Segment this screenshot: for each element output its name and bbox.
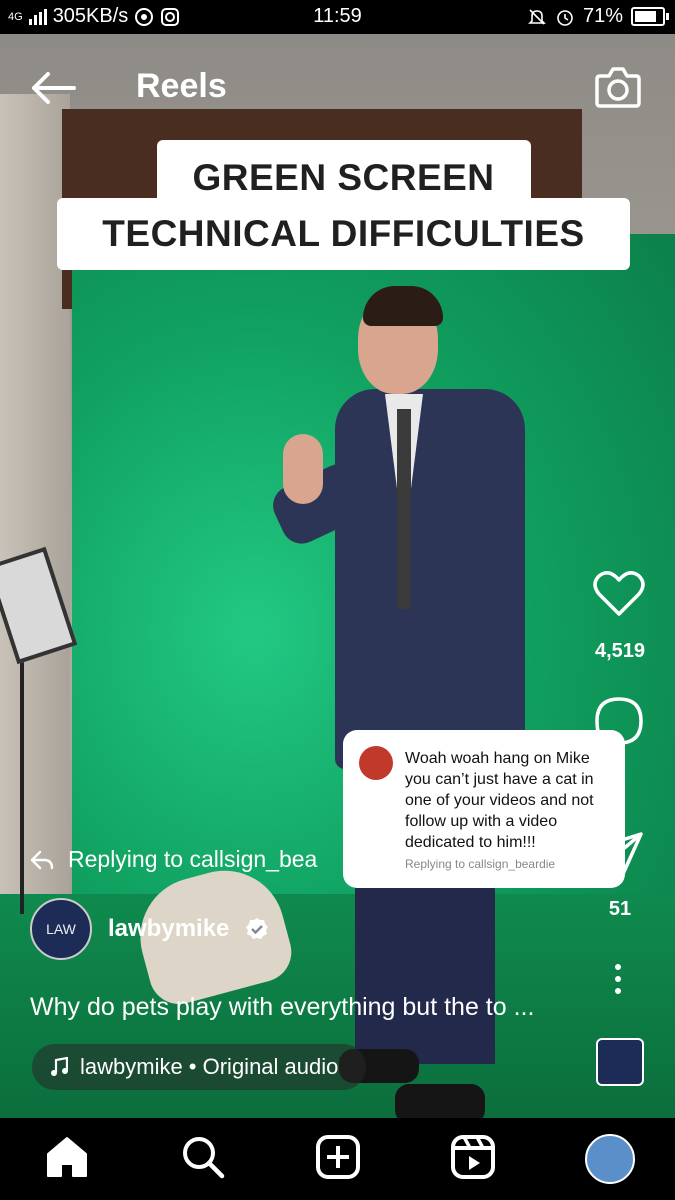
reply-indicator[interactable]: Replying to callsign_bea: [30, 846, 317, 873]
heart-icon[interactable]: [593, 570, 645, 618]
battery-percent: 71%: [582, 5, 623, 27]
comment-text: Woah woah hang on Mike you can’t just ha…: [405, 750, 594, 851]
man-in-suit: [266, 286, 535, 1118]
avatar[interactable]: LAW: [30, 898, 92, 960]
overlay-line-2: TECHNICAL DIFFICULTIES: [102, 213, 585, 254]
reels-header: Reels: [0, 34, 675, 134]
more-options-icon[interactable]: [611, 962, 625, 996]
status-bar: 4G 305KB/s 11:59 71%: [0, 0, 675, 34]
comment-reply-label: Replying to callsign_beardie: [405, 857, 556, 871]
alarm-icon: [557, 9, 573, 26]
reels-icon[interactable]: [450, 1134, 496, 1180]
author-username[interactable]: lawbymike: [108, 915, 229, 943]
video-text-overlay: GREEN SCREEN TECHNICAL DIFFICULTIES: [57, 140, 630, 270]
profile-avatar[interactable]: [585, 1134, 635, 1184]
author-row[interactable]: LAW lawbymike: [30, 898, 269, 960]
audio-label: lawbymike • Original audio: [80, 1054, 339, 1079]
comment-card[interactable]: Woah woah hang on Mike you can’t just ha…: [343, 730, 625, 888]
like-count: 4,519: [594, 640, 646, 662]
reply-arrow-icon: [30, 850, 54, 869]
overlay-line-1: GREEN SCREEN: [192, 157, 495, 198]
avatar-text: LAW: [46, 921, 76, 937]
reply-label: Replying to callsign_bea: [68, 846, 318, 872]
verified-badge-icon: [246, 918, 269, 939]
audio-thumbnail[interactable]: [596, 1038, 644, 1086]
arrow-left-icon[interactable]: [30, 70, 76, 106]
status-right: 71%: [527, 5, 669, 28]
camera-icon[interactable]: [594, 64, 642, 110]
battery-icon: [631, 7, 669, 26]
reel-caption[interactable]: Why do pets play with everything but the…: [30, 993, 534, 1022]
home-icon[interactable]: [44, 1134, 90, 1180]
mute-icon: [528, 8, 546, 25]
search-icon[interactable]: [180, 1134, 226, 1180]
commenter-avatar: [359, 746, 393, 780]
bottom-nav: [0, 1118, 675, 1200]
audio-pill[interactable]: lawbymike • Original audio: [32, 1044, 367, 1090]
music-note-icon: [51, 1057, 68, 1076]
page-title: Reels: [136, 67, 227, 105]
create-icon[interactable]: [315, 1134, 361, 1180]
share-count: 51: [608, 898, 632, 920]
